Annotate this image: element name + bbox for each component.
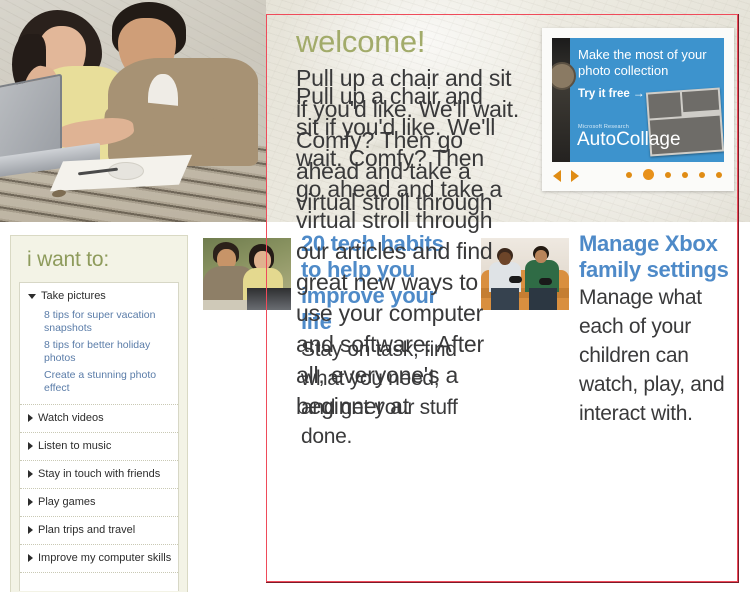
i-want-to-sidebar: i want to: Take pictures 8 tips for super… xyxy=(10,235,188,592)
sidebar-title: i want to: xyxy=(27,248,110,271)
article-thumbnail-xbox[interactable] xyxy=(481,238,569,310)
carousel-next-arrow-icon[interactable] xyxy=(571,170,579,182)
sidebar-group: Play games xyxy=(20,489,178,517)
carousel-dot-3[interactable] xyxy=(665,171,671,178)
sidebar-accordion: Take pictures 8 tips for super vacation s… xyxy=(19,282,179,591)
collage-figure xyxy=(699,120,714,145)
article-title-xbox[interactable]: Manage Xbox family settings xyxy=(579,231,731,283)
article-text-tech-habits: Stay on task, find what you need, and ge… xyxy=(301,338,458,448)
thumb-player2-legs xyxy=(529,288,557,310)
sidebar-group-label: Watch videos xyxy=(38,412,104,424)
welcome-block: welcome! Pull up a chair and sit if you'… xyxy=(296,26,526,222)
welcome-page: welcome! Pull up a chair and sit if you'… xyxy=(0,0,750,592)
chevron-right-icon xyxy=(28,526,33,534)
chevron-right-icon xyxy=(28,498,33,506)
carousel-prev-arrow-icon[interactable] xyxy=(553,170,561,182)
carousel-dot-4[interactable] xyxy=(682,171,688,178)
carousel-dots xyxy=(626,169,722,180)
ad-headline: Make the most of your photo collection xyxy=(578,47,707,78)
sidebar-group: Plan trips and travel xyxy=(20,517,178,545)
sidebar-group-header[interactable]: Watch videos xyxy=(20,411,178,425)
article-xbox-family-settings: Manage Xbox family settings Manage what … xyxy=(481,231,731,428)
sidebar-group-label: Listen to music xyxy=(38,440,112,452)
ad-image-panel[interactable]: Make the most of your photo collection T… xyxy=(552,38,724,162)
ad-watch-face xyxy=(552,62,576,90)
ad-watch-photo-strip xyxy=(552,38,576,162)
article-title-tech-habits[interactable]: 20 tech habits to help you improve your … xyxy=(301,231,461,335)
sidebar-group-header[interactable]: Plan trips and travel xyxy=(20,523,178,537)
sidebar-group-label: Take pictures xyxy=(41,290,106,302)
chevron-right-icon xyxy=(28,554,33,562)
sidebar-group: Listen to music xyxy=(20,433,178,461)
article-body-xbox: Manage Xbox family settings Manage what … xyxy=(579,231,731,428)
sidebar-link[interactable]: 8 tips for better holiday photos xyxy=(20,337,178,367)
carousel-dot-2[interactable] xyxy=(643,169,654,180)
hero-photo-couple-at-laptop xyxy=(0,0,266,222)
sidebar-link-list: 8 tips for super vacation snapshots 8 tip… xyxy=(20,303,178,397)
thumb-laptop xyxy=(247,288,291,310)
ad-brand-autocollage: AutoCollage xyxy=(577,129,681,150)
chevron-down-icon xyxy=(28,293,36,299)
sidebar-group-label: Play games xyxy=(38,496,96,508)
welcome-title: welcome! xyxy=(296,24,426,59)
autocollage-ad-card[interactable]: Make the most of your photo collection T… xyxy=(542,28,734,191)
sidebar-group-header[interactable]: Listen to music xyxy=(20,439,178,453)
content-area: i want to: Take pictures 8 tips for super… xyxy=(0,83,750,592)
ad-cta-link[interactable]: Try it free → xyxy=(578,86,645,100)
sidebar-group: Stay in touch with friends xyxy=(20,461,178,489)
article-thumbnail-tech-habits[interactable] xyxy=(203,238,291,310)
sidebar-group-header[interactable]: Take pictures xyxy=(20,289,178,303)
chevron-right-icon xyxy=(28,414,33,422)
sidebar-group-header[interactable]: Play games xyxy=(20,495,178,509)
sidebar-group: Improve my computer skills xyxy=(20,545,178,573)
thumb-player1-face xyxy=(499,252,511,265)
chevron-right-icon xyxy=(28,470,33,478)
sidebar-group: Watch videos xyxy=(20,405,178,433)
sidebar-group: Take pictures 8 tips for super vacation s… xyxy=(20,283,178,405)
thumb-controller xyxy=(539,278,552,285)
sidebar-group-header[interactable]: Improve my computer skills xyxy=(20,551,178,565)
collage-figure xyxy=(683,119,698,147)
article-text-xbox: Manage what each of your children can wa… xyxy=(579,286,725,425)
carousel-dot-1[interactable] xyxy=(626,171,632,178)
ad-cta-label: Try it free xyxy=(578,88,630,100)
thumb-controller xyxy=(509,276,522,283)
ad-carousel-controls xyxy=(552,166,724,186)
thumb-player1-legs xyxy=(491,288,519,310)
sidebar-group-label: Plan trips and travel xyxy=(38,524,136,536)
carousel-dot-6[interactable] xyxy=(716,171,722,178)
arrow-right-icon: → xyxy=(632,86,645,100)
collage-tile xyxy=(647,92,682,119)
collage-tile xyxy=(681,89,720,113)
sidebar-group-label: Stay in touch with friends xyxy=(38,468,161,480)
carousel-dot-5[interactable] xyxy=(699,171,705,178)
hero-banner: welcome! Pull up a chair and sit if you'… xyxy=(0,0,750,222)
thumb-player2-face xyxy=(535,250,547,263)
sidebar-link[interactable]: Create a stunning photo effect xyxy=(20,367,178,397)
sidebar-group-header[interactable]: Stay in touch with friends xyxy=(20,467,178,481)
chevron-right-icon xyxy=(28,442,33,450)
sidebar-group-label: Improve my computer skills xyxy=(38,552,172,564)
welcome-body-text: Pull up a chair and sit if you'd like. W… xyxy=(296,65,520,222)
article-body-tech-habits: 20 tech habits to help you improve your … xyxy=(301,231,461,451)
sidebar-link[interactable]: 8 tips for super vacation snapshots xyxy=(20,307,178,337)
article-tech-habits: 20 tech habits to help you improve your … xyxy=(203,231,461,451)
